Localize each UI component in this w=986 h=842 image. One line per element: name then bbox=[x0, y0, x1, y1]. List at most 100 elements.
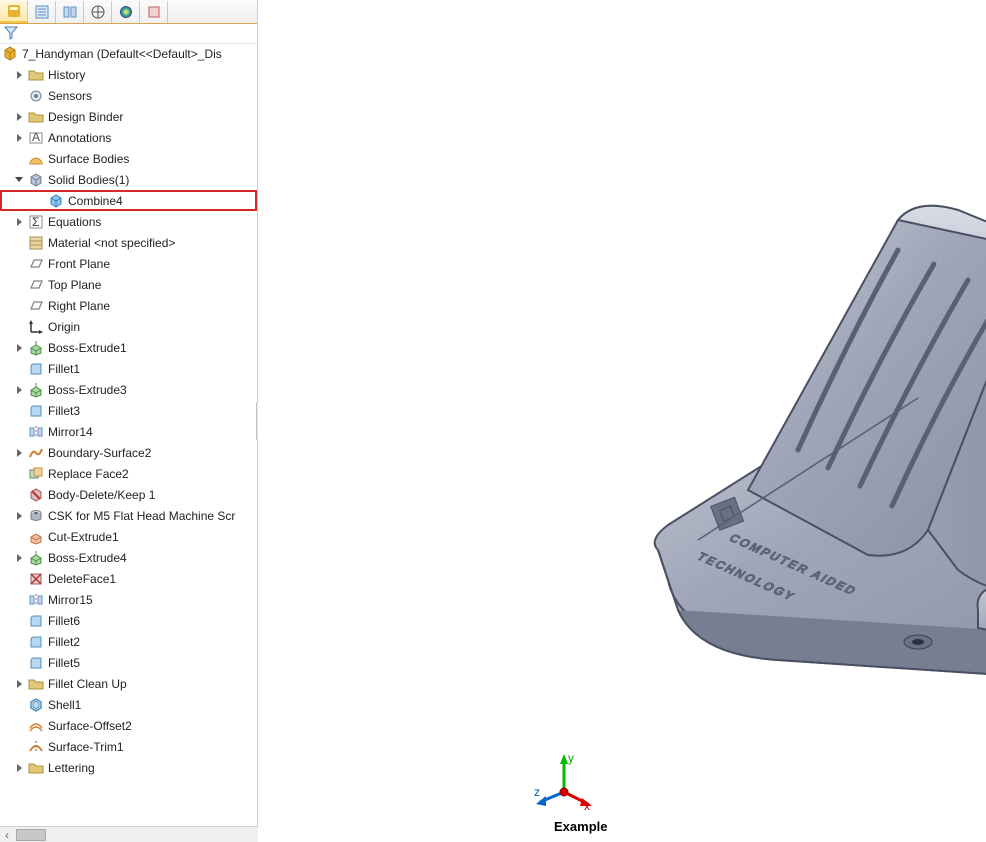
folder-plain-icon bbox=[28, 676, 44, 692]
tree-node[interactable]: Boss-Extrude3 bbox=[0, 379, 257, 400]
tree-node[interactable]: Boss-Extrude1 bbox=[0, 337, 257, 358]
expander-toggle[interactable] bbox=[14, 679, 24, 689]
mirror-icon bbox=[28, 424, 44, 440]
tree-node[interactable]: Surface-Trim1 bbox=[0, 736, 257, 757]
tree-root-label: 7_Handyman (Default<<Default>_Dis bbox=[22, 47, 222, 61]
tree-node[interactable]: Material <not specified> bbox=[0, 232, 257, 253]
expander-toggle[interactable] bbox=[14, 133, 24, 143]
tree-node-label: Boss-Extrude4 bbox=[48, 551, 127, 565]
tree-node[interactable]: History bbox=[0, 64, 257, 85]
axis-y-label: y bbox=[568, 752, 574, 765]
expander-toggle[interactable] bbox=[14, 511, 24, 521]
expander-toggle[interactable] bbox=[14, 385, 24, 395]
expander-spacer bbox=[14, 700, 24, 710]
tree-node[interactable]: Fillet1 bbox=[0, 358, 257, 379]
display-manager-tab[interactable] bbox=[112, 1, 140, 23]
boundary-icon bbox=[28, 445, 44, 461]
expander-spacer bbox=[14, 91, 24, 101]
sensor-icon bbox=[28, 88, 44, 104]
expander-toggle[interactable] bbox=[14, 448, 24, 458]
tree-node-label: Right Plane bbox=[48, 299, 110, 313]
configuration-manager-tab[interactable] bbox=[56, 1, 84, 23]
expander-toggle[interactable] bbox=[14, 343, 24, 353]
expander-spacer bbox=[14, 364, 24, 374]
tree-node-label: Body-Delete/Keep 1 bbox=[48, 488, 155, 502]
tree-node[interactable]: CSK for M5 Flat Head Machine Scr bbox=[0, 505, 257, 526]
tree-root[interactable]: 7_Handyman (Default<<Default>_Dis bbox=[0, 44, 257, 64]
expander-spacer bbox=[14, 427, 24, 437]
tree-node[interactable]: DeleteFace1 bbox=[0, 568, 257, 589]
tree-node[interactable]: Surface-Offset2 bbox=[0, 715, 257, 736]
expander-spacer bbox=[14, 322, 24, 332]
expander-spacer bbox=[14, 574, 24, 584]
filter-row[interactable] bbox=[0, 24, 257, 44]
expander-toggle[interactable] bbox=[14, 175, 24, 185]
tree-node[interactable]: Lettering bbox=[0, 757, 257, 778]
tree-node[interactable]: Boundary-Surface2 bbox=[0, 442, 257, 463]
funnel-icon bbox=[4, 26, 18, 40]
tree-node[interactable]: Right Plane bbox=[0, 295, 257, 316]
tree-node[interactable]: Surface Bodies bbox=[0, 148, 257, 169]
fillet-icon bbox=[28, 361, 44, 377]
folder-icon bbox=[28, 67, 44, 83]
expander-toggle[interactable] bbox=[14, 112, 24, 122]
folder-plain-icon bbox=[28, 760, 44, 776]
tree-node[interactable]: Body-Delete/Keep 1 bbox=[0, 484, 257, 505]
mirror-icon bbox=[28, 592, 44, 608]
tree-node[interactable]: Fillet6 bbox=[0, 610, 257, 631]
folder-icon bbox=[28, 109, 44, 125]
tree-node[interactable]: Origin bbox=[0, 316, 257, 337]
tree-node-label: Surface-Offset2 bbox=[48, 719, 132, 733]
tree-node[interactable]: Cut-Extrude1 bbox=[0, 526, 257, 547]
expander-toggle[interactable] bbox=[14, 553, 24, 563]
tree-node-label: Sensors bbox=[48, 89, 92, 103]
expander-spacer bbox=[14, 406, 24, 416]
configuration-manager-icon bbox=[62, 4, 78, 20]
tree-node[interactable]: Design Binder bbox=[0, 106, 257, 127]
tree-node[interactable]: Sensors bbox=[0, 85, 257, 106]
tree-node-label: Front Plane bbox=[48, 257, 110, 271]
tree-node[interactable]: Mirror14 bbox=[0, 421, 257, 442]
expander-toggle[interactable] bbox=[14, 763, 24, 773]
tree-node-label: Shell1 bbox=[48, 698, 81, 712]
cam-manager-tab[interactable] bbox=[140, 1, 168, 23]
tree-node[interactable]: Replace Face2 bbox=[0, 463, 257, 484]
horizontal-scrollbar[interactable]: ‹ bbox=[0, 826, 258, 842]
scrollbar-thumb[interactable] bbox=[16, 829, 46, 841]
property-manager-tab[interactable] bbox=[28, 1, 56, 23]
tree-node[interactable]: Σ Equations bbox=[0, 211, 257, 232]
expander-toggle[interactable] bbox=[14, 217, 24, 227]
replace-face-icon bbox=[28, 466, 44, 482]
tree-node[interactable]: Boss-Extrude4 bbox=[0, 547, 257, 568]
graphics-viewport[interactable]: COMPUTER AIDED TECHNOLOGY y x z Example bbox=[258, 0, 986, 842]
expander-spacer bbox=[14, 658, 24, 668]
tree-node[interactable]: Fillet3 bbox=[0, 400, 257, 421]
tree-node-label: Equations bbox=[48, 215, 101, 229]
model-render: COMPUTER AIDED TECHNOLOGY bbox=[598, 180, 986, 740]
feature-tree[interactable]: 7_Handyman (Default<<Default>_Dis Histor… bbox=[0, 44, 257, 842]
tree-node[interactable]: Solid Bodies(1) bbox=[0, 169, 257, 190]
tree-node[interactable]: AAnnotations bbox=[0, 127, 257, 148]
display-manager-icon bbox=[118, 4, 134, 20]
expander-toggle[interactable] bbox=[14, 70, 24, 80]
expander-spacer bbox=[14, 742, 24, 752]
tree-node-label: Design Binder bbox=[48, 110, 123, 124]
feature-manager-tab[interactable] bbox=[0, 1, 28, 23]
tree-node[interactable]: Fillet Clean Up bbox=[0, 673, 257, 694]
tree-node[interactable]: Mirror15 bbox=[0, 589, 257, 610]
cut-icon bbox=[28, 529, 44, 545]
orientation-triad[interactable]: y x z bbox=[534, 752, 594, 812]
tree-node[interactable]: Top Plane bbox=[0, 274, 257, 295]
tree-node-label: Fillet2 bbox=[48, 635, 80, 649]
tree-node[interactable]: Fillet5 bbox=[0, 652, 257, 673]
tree-node[interactable]: Shell1 bbox=[0, 694, 257, 715]
expander-spacer bbox=[14, 637, 24, 647]
tree-node[interactable]: Combine4 bbox=[0, 190, 257, 211]
dimxpert-tab[interactable] bbox=[84, 1, 112, 23]
fillet-icon bbox=[28, 655, 44, 671]
svg-text:Σ: Σ bbox=[32, 215, 39, 229]
tree-node[interactable]: Fillet2 bbox=[0, 631, 257, 652]
tree-node[interactable]: Front Plane bbox=[0, 253, 257, 274]
tree-node-label: Cut-Extrude1 bbox=[48, 530, 119, 544]
offset-icon bbox=[28, 718, 44, 734]
